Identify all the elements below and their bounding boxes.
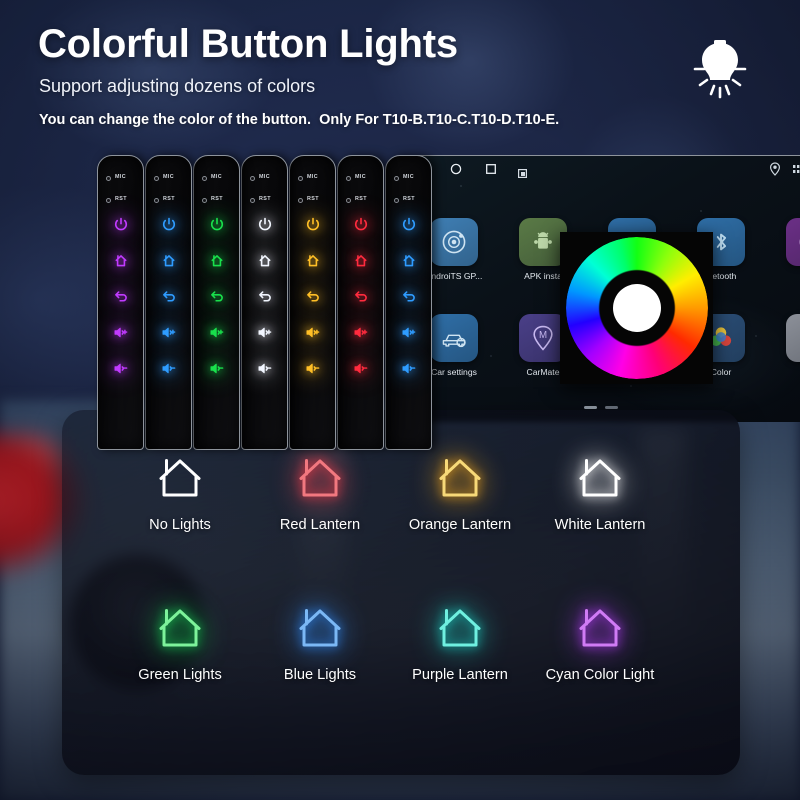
lantern-option-label: White Lantern (554, 517, 646, 533)
home-icon (152, 450, 208, 506)
home-icon (572, 600, 628, 656)
power-icon[interactable] (208, 216, 225, 233)
home-icon (572, 450, 628, 506)
lantern-option-label: Purple Lantern (412, 667, 508, 683)
lantern-option-label: Green Lights (138, 667, 222, 683)
lantern-option-orange-lantern[interactable]: Orange Lantern (380, 450, 540, 533)
device-strip-7[interactable]: MIC RST (385, 155, 432, 450)
power-icon[interactable] (112, 216, 129, 233)
lantern-option-label: Blue Lights (283, 667, 357, 683)
reset-label: RST (403, 196, 415, 202)
power-icon[interactable] (352, 216, 369, 233)
volume-up-icon[interactable] (400, 324, 417, 341)
volume-down-icon[interactable] (256, 360, 273, 377)
volume-down-icon[interactable] (352, 360, 369, 377)
back-icon[interactable] (352, 288, 369, 305)
mic-indicator (250, 176, 255, 181)
device-strip-5[interactable]: MIC RST (289, 155, 336, 450)
power-icon[interactable] (304, 216, 321, 233)
home-icon (152, 600, 208, 656)
power-icon[interactable] (400, 216, 417, 233)
home-icon[interactable] (208, 252, 225, 269)
power-icon[interactable] (256, 216, 273, 233)
reset-indicator (250, 198, 255, 203)
mic-indicator (394, 176, 399, 181)
lantern-color-card: No Lights Red Lantern Orange Lantern White … (62, 410, 740, 775)
power-icon[interactable] (160, 216, 177, 233)
mic-indicator (202, 176, 207, 181)
back-icon[interactable] (304, 288, 321, 305)
reset-indicator (154, 198, 159, 203)
reset-label: RST (259, 196, 271, 202)
volume-up-icon[interactable] (352, 324, 369, 341)
device-strip-2[interactable]: MIC RST (145, 155, 192, 450)
device-button-strips: MIC RST MIC RST MIC RST MIC RST MIC RST MIC RST MIC R… (0, 0, 800, 470)
mic-indicator (154, 176, 159, 181)
volume-down-icon[interactable] (304, 360, 321, 377)
lantern-option-purple-lantern[interactable]: Purple Lantern (380, 600, 540, 683)
back-icon[interactable] (112, 288, 129, 305)
device-strip-3[interactable]: MIC RST (193, 155, 240, 450)
mic-indicator (298, 176, 303, 181)
volume-down-icon[interactable] (208, 360, 225, 377)
mic-indicator (346, 176, 351, 181)
volume-up-icon[interactable] (256, 324, 273, 341)
lantern-option-white-lantern[interactable]: White Lantern (520, 450, 680, 533)
lantern-option-cyan-color-light[interactable]: Cyan Color Light (520, 600, 680, 683)
device-strip-1[interactable]: MIC RST (97, 155, 144, 450)
reset-indicator (346, 198, 351, 203)
lantern-option-red-lantern[interactable]: Red Lantern (240, 450, 400, 533)
reset-indicator (202, 198, 207, 203)
back-icon[interactable] (160, 288, 177, 305)
home-icon[interactable] (400, 252, 417, 269)
volume-up-icon[interactable] (112, 324, 129, 341)
home-icon (432, 450, 488, 506)
reset-label: RST (211, 196, 223, 202)
volume-down-icon[interactable] (112, 360, 129, 377)
back-icon[interactable] (400, 288, 417, 305)
reset-indicator (394, 198, 399, 203)
volume-up-icon[interactable] (208, 324, 225, 341)
lantern-option-no-lights[interactable]: No Lights (100, 450, 260, 533)
mic-indicator (106, 176, 111, 181)
device-strip-4[interactable]: MIC RST (241, 155, 288, 450)
back-icon[interactable] (208, 288, 225, 305)
reset-label: RST (163, 196, 175, 202)
home-icon[interactable] (256, 252, 273, 269)
volume-up-icon[interactable] (160, 324, 177, 341)
volume-down-icon[interactable] (160, 360, 177, 377)
mic-label: MIC (163, 174, 175, 180)
mic-label: MIC (115, 174, 127, 180)
device-strip-6[interactable]: MIC RST (337, 155, 384, 450)
lantern-option-label: Cyan Color Light (545, 667, 655, 683)
lantern-option-label: Red Lantern (279, 517, 361, 533)
volume-up-icon[interactable] (304, 324, 321, 341)
home-icon (292, 450, 348, 506)
lantern-option-label: No Lights (149, 517, 211, 533)
reset-label: RST (355, 196, 367, 202)
mic-label: MIC (259, 174, 271, 180)
volume-down-icon[interactable] (400, 360, 417, 377)
home-icon[interactable] (304, 252, 321, 269)
home-icon[interactable] (352, 252, 369, 269)
home-icon (292, 600, 348, 656)
lantern-option-label: Orange Lantern (408, 517, 512, 533)
mic-label: MIC (211, 174, 223, 180)
reset-indicator (298, 198, 303, 203)
back-icon[interactable] (256, 288, 273, 305)
home-icon[interactable] (160, 252, 177, 269)
mic-label: MIC (307, 174, 319, 180)
reset-indicator (106, 198, 111, 203)
reset-label: RST (307, 196, 319, 202)
home-icon (432, 600, 488, 656)
home-icon[interactable] (112, 252, 129, 269)
mic-label: MIC (355, 174, 367, 180)
lantern-option-green-lights[interactable]: Green Lights (100, 600, 260, 683)
reset-label: RST (115, 196, 127, 202)
mic-label: MIC (403, 174, 415, 180)
lantern-option-blue-lights[interactable]: Blue Lights (240, 600, 400, 683)
